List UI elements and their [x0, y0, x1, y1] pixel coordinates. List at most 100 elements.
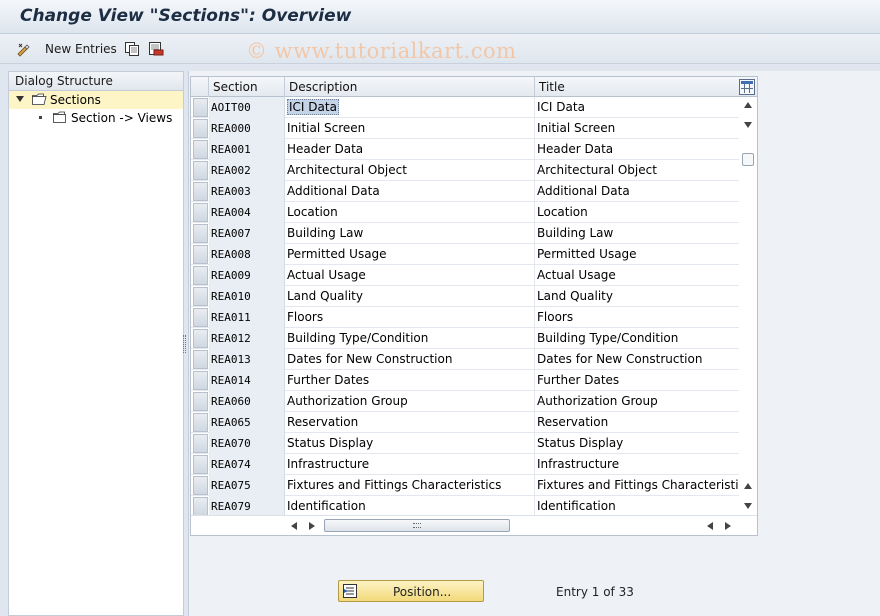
- table-row[interactable]: REA011 Floors Floors: [191, 307, 739, 328]
- cell-description[interactable]: Infrastructure: [285, 454, 535, 475]
- table-settings-icon[interactable]: [739, 79, 755, 95]
- cell-description[interactable]: Additional Data: [285, 181, 535, 202]
- cell-description[interactable]: Authorization Group: [285, 391, 535, 412]
- row-selector[interactable]: [193, 329, 208, 348]
- scroll-down-icon[interactable]: [744, 122, 752, 128]
- scroll-thumb[interactable]: [742, 153, 754, 166]
- table-row[interactable]: REA075 Fixtures and Fittings Characterist…: [191, 475, 739, 496]
- cell-description[interactable]: Reservation: [285, 412, 535, 433]
- table-row[interactable]: REA079 Identification Identification: [191, 496, 739, 517]
- horizontal-scroll-thumb[interactable]: [324, 519, 510, 532]
- cell-title[interactable]: Actual Usage: [535, 265, 739, 286]
- cell-description[interactable]: Architectural Object: [285, 160, 535, 181]
- cell-title[interactable]: Infrastructure: [535, 454, 739, 475]
- expand-triangle-icon[interactable]: [16, 96, 24, 102]
- row-selector[interactable]: [193, 476, 208, 495]
- table-row[interactable]: REA000 Initial Screen Initial Screen: [191, 118, 739, 139]
- row-selector[interactable]: [193, 371, 208, 390]
- table-row[interactable]: REA070 Status Display Status Display: [191, 433, 739, 454]
- row-selector[interactable]: [193, 497, 208, 516]
- tree-item-section-views[interactable]: Section -> Views: [9, 109, 183, 127]
- table-row[interactable]: REA004 Location Location: [191, 202, 739, 223]
- column-header-title[interactable]: Title: [535, 77, 737, 97]
- row-selector[interactable]: [193, 350, 208, 369]
- cell-description[interactable]: Fixtures and Fittings Characteristics: [285, 475, 535, 496]
- row-selector[interactable]: [193, 182, 208, 201]
- cell-title[interactable]: Building Type/Condition: [535, 328, 739, 349]
- cell-description[interactable]: Initial Screen: [285, 118, 535, 139]
- cell-description[interactable]: Identification: [285, 496, 535, 517]
- cell-title[interactable]: Header Data: [535, 139, 739, 160]
- row-selector[interactable]: [193, 224, 208, 243]
- cell-title[interactable]: Building Law: [535, 223, 739, 244]
- row-selector[interactable]: [193, 455, 208, 474]
- row-selector[interactable]: [193, 392, 208, 411]
- position-button[interactable]: Position...: [338, 580, 484, 602]
- cell-title[interactable]: Identification: [535, 496, 739, 517]
- cell-title[interactable]: Architectural Object: [535, 160, 739, 181]
- cell-title[interactable]: Reservation: [535, 412, 739, 433]
- column-header-section[interactable]: Section: [209, 77, 285, 97]
- row-selector[interactable]: [193, 266, 208, 285]
- delete-icon[interactable]: [148, 41, 164, 57]
- row-selector[interactable]: [193, 140, 208, 159]
- cell-title[interactable]: Additional Data: [535, 181, 739, 202]
- cell-description[interactable]: Floors: [285, 307, 535, 328]
- horizontal-scrollbar[interactable]: [191, 515, 757, 535]
- table-row[interactable]: REA010 Land Quality Land Quality: [191, 286, 739, 307]
- cell-title[interactable]: Further Dates: [535, 370, 739, 391]
- cell-description[interactable]: ICI Data: [285, 97, 535, 118]
- table-row[interactable]: REA074 Infrastructure Infrastructure: [191, 454, 739, 475]
- scroll-left-end-icon[interactable]: [707, 522, 713, 530]
- table-row[interactable]: REA014 Further Dates Further Dates: [191, 370, 739, 391]
- table-row[interactable]: REA002 Architectural Object Architectural …: [191, 160, 739, 181]
- page-down-icon[interactable]: [744, 503, 752, 509]
- cell-title[interactable]: Location: [535, 202, 739, 223]
- panel-splitter[interactable]: [183, 335, 186, 353]
- scroll-left-icon[interactable]: [291, 522, 297, 530]
- cell-description[interactable]: Header Data: [285, 139, 535, 160]
- select-all-column[interactable]: [191, 77, 209, 97]
- table-row[interactable]: REA009 Actual Usage Actual Usage: [191, 265, 739, 286]
- cell-description-text[interactable]: ICI Data: [287, 99, 339, 115]
- cell-title[interactable]: Initial Screen: [535, 118, 739, 139]
- cell-title[interactable]: Status Display: [535, 433, 739, 454]
- cell-description[interactable]: Actual Usage: [285, 265, 535, 286]
- scroll-right-end-icon[interactable]: [725, 522, 731, 530]
- cell-description[interactable]: Status Display: [285, 433, 535, 454]
- cell-description[interactable]: Land Quality: [285, 286, 535, 307]
- cell-title[interactable]: Land Quality: [535, 286, 739, 307]
- cell-description[interactable]: Dates for New Construction: [285, 349, 535, 370]
- vertical-scrollbar[interactable]: [739, 97, 757, 515]
- scroll-right-icon[interactable]: [309, 522, 315, 530]
- row-selector[interactable]: [193, 245, 208, 264]
- table-row[interactable]: REA003 Additional Data Additional Data: [191, 181, 739, 202]
- cell-title[interactable]: Dates for New Construction: [535, 349, 739, 370]
- table-row[interactable]: REA007 Building Law Building Law: [191, 223, 739, 244]
- table-row[interactable]: REA008 Permitted Usage Permitted Usage: [191, 244, 739, 265]
- page-up-icon[interactable]: [744, 483, 752, 489]
- column-header-description[interactable]: Description: [285, 77, 535, 97]
- cell-description[interactable]: Permitted Usage: [285, 244, 535, 265]
- row-selector[interactable]: [193, 119, 208, 138]
- cell-title[interactable]: Floors: [535, 307, 739, 328]
- copy-as-icon[interactable]: [124, 41, 140, 57]
- cell-description[interactable]: Building Type/Condition: [285, 328, 535, 349]
- row-selector[interactable]: [193, 203, 208, 222]
- cell-title[interactable]: Permitted Usage: [535, 244, 739, 265]
- cell-title[interactable]: ICI Data: [535, 97, 739, 118]
- table-row[interactable]: REA013 Dates for New Construction Dates fo…: [191, 349, 739, 370]
- scroll-up-icon[interactable]: [744, 102, 752, 108]
- display-change-icon[interactable]: [16, 41, 32, 57]
- cell-title[interactable]: Fixtures and Fittings Characteristics: [535, 475, 739, 496]
- row-selector[interactable]: [193, 161, 208, 180]
- cell-description[interactable]: Building Law: [285, 223, 535, 244]
- row-selector[interactable]: [193, 287, 208, 306]
- row-selector[interactable]: [193, 308, 208, 327]
- row-selector[interactable]: [193, 413, 208, 432]
- cell-description[interactable]: Location: [285, 202, 535, 223]
- tree-item-sections[interactable]: Sections: [9, 91, 183, 109]
- row-selector[interactable]: [193, 434, 208, 453]
- table-row[interactable]: REA060 Authorization Group Authorization G…: [191, 391, 739, 412]
- table-row[interactable]: AOIT00 ICI Data ICI Data: [191, 97, 739, 118]
